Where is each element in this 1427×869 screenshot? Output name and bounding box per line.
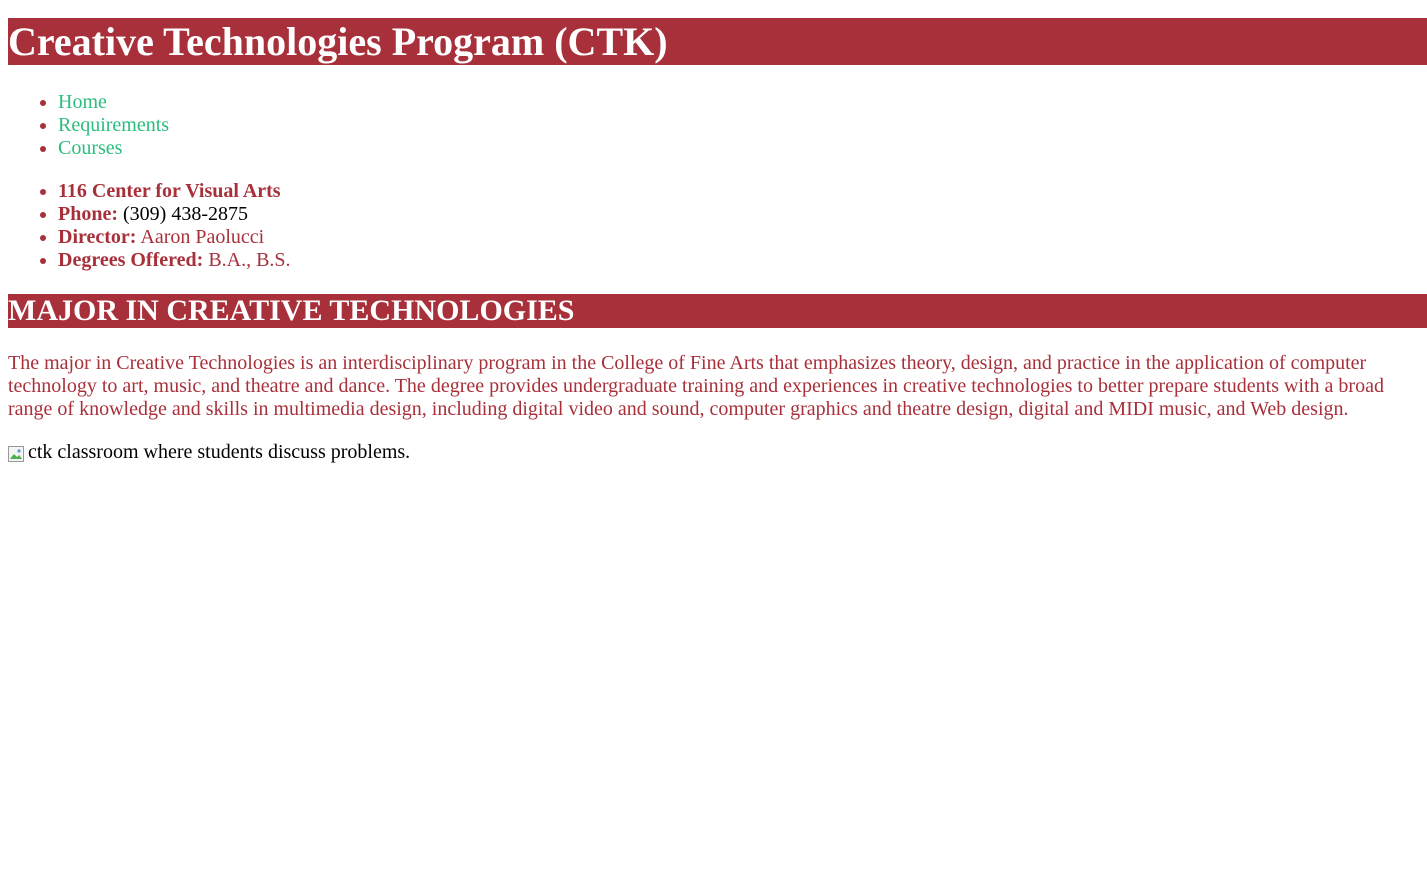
nav-item-requirements: Requirements	[58, 114, 1427, 137]
page: Creative Technologies Program (CTK) Home…	[0, 18, 1427, 464]
info-director: Director: Aaron Paolucci	[58, 226, 1427, 249]
location-text: 116 Center for Visual Arts	[58, 180, 281, 202]
phone-label: Phone:	[58, 203, 118, 225]
nav-link-courses[interactable]: Courses	[58, 137, 122, 159]
info-location: 116 Center for Visual Arts	[58, 180, 1427, 203]
page-title: Creative Technologies Program (CTK)	[8, 18, 1427, 65]
main-nav: Home Requirements Courses	[8, 91, 1427, 160]
nav-link-requirements[interactable]: Requirements	[58, 114, 169, 136]
director-label: Director:	[58, 226, 137, 248]
program-info-list: 116 Center for Visual Arts Phone: (309) …	[8, 180, 1427, 272]
major-description: The major in Creative Technologies is an…	[8, 352, 1384, 420]
degrees-value: B.A., B.S.	[208, 249, 291, 271]
nav-item-home: Home	[58, 91, 1427, 114]
info-degrees: Degrees Offered: B.A., B.S.	[58, 249, 1427, 272]
phone-value: (309) 438-2875	[123, 203, 248, 225]
section-heading: MAJOR IN CREATIVE TECHNOLOGIES	[8, 294, 1427, 328]
image-alt-text: ctk classroom where students discuss pro…	[28, 441, 411, 463]
classroom-image: ctk classroom where students discuss pro…	[8, 441, 1427, 464]
nav-item-courses: Courses	[58, 137, 1427, 160]
degrees-label: Degrees Offered:	[58, 249, 204, 271]
info-phone: Phone: (309) 438-2875	[58, 203, 1427, 226]
broken-image-icon	[8, 445, 24, 462]
director-value: Aaron Paolucci	[140, 226, 265, 248]
nav-link-home[interactable]: Home	[58, 91, 107, 113]
